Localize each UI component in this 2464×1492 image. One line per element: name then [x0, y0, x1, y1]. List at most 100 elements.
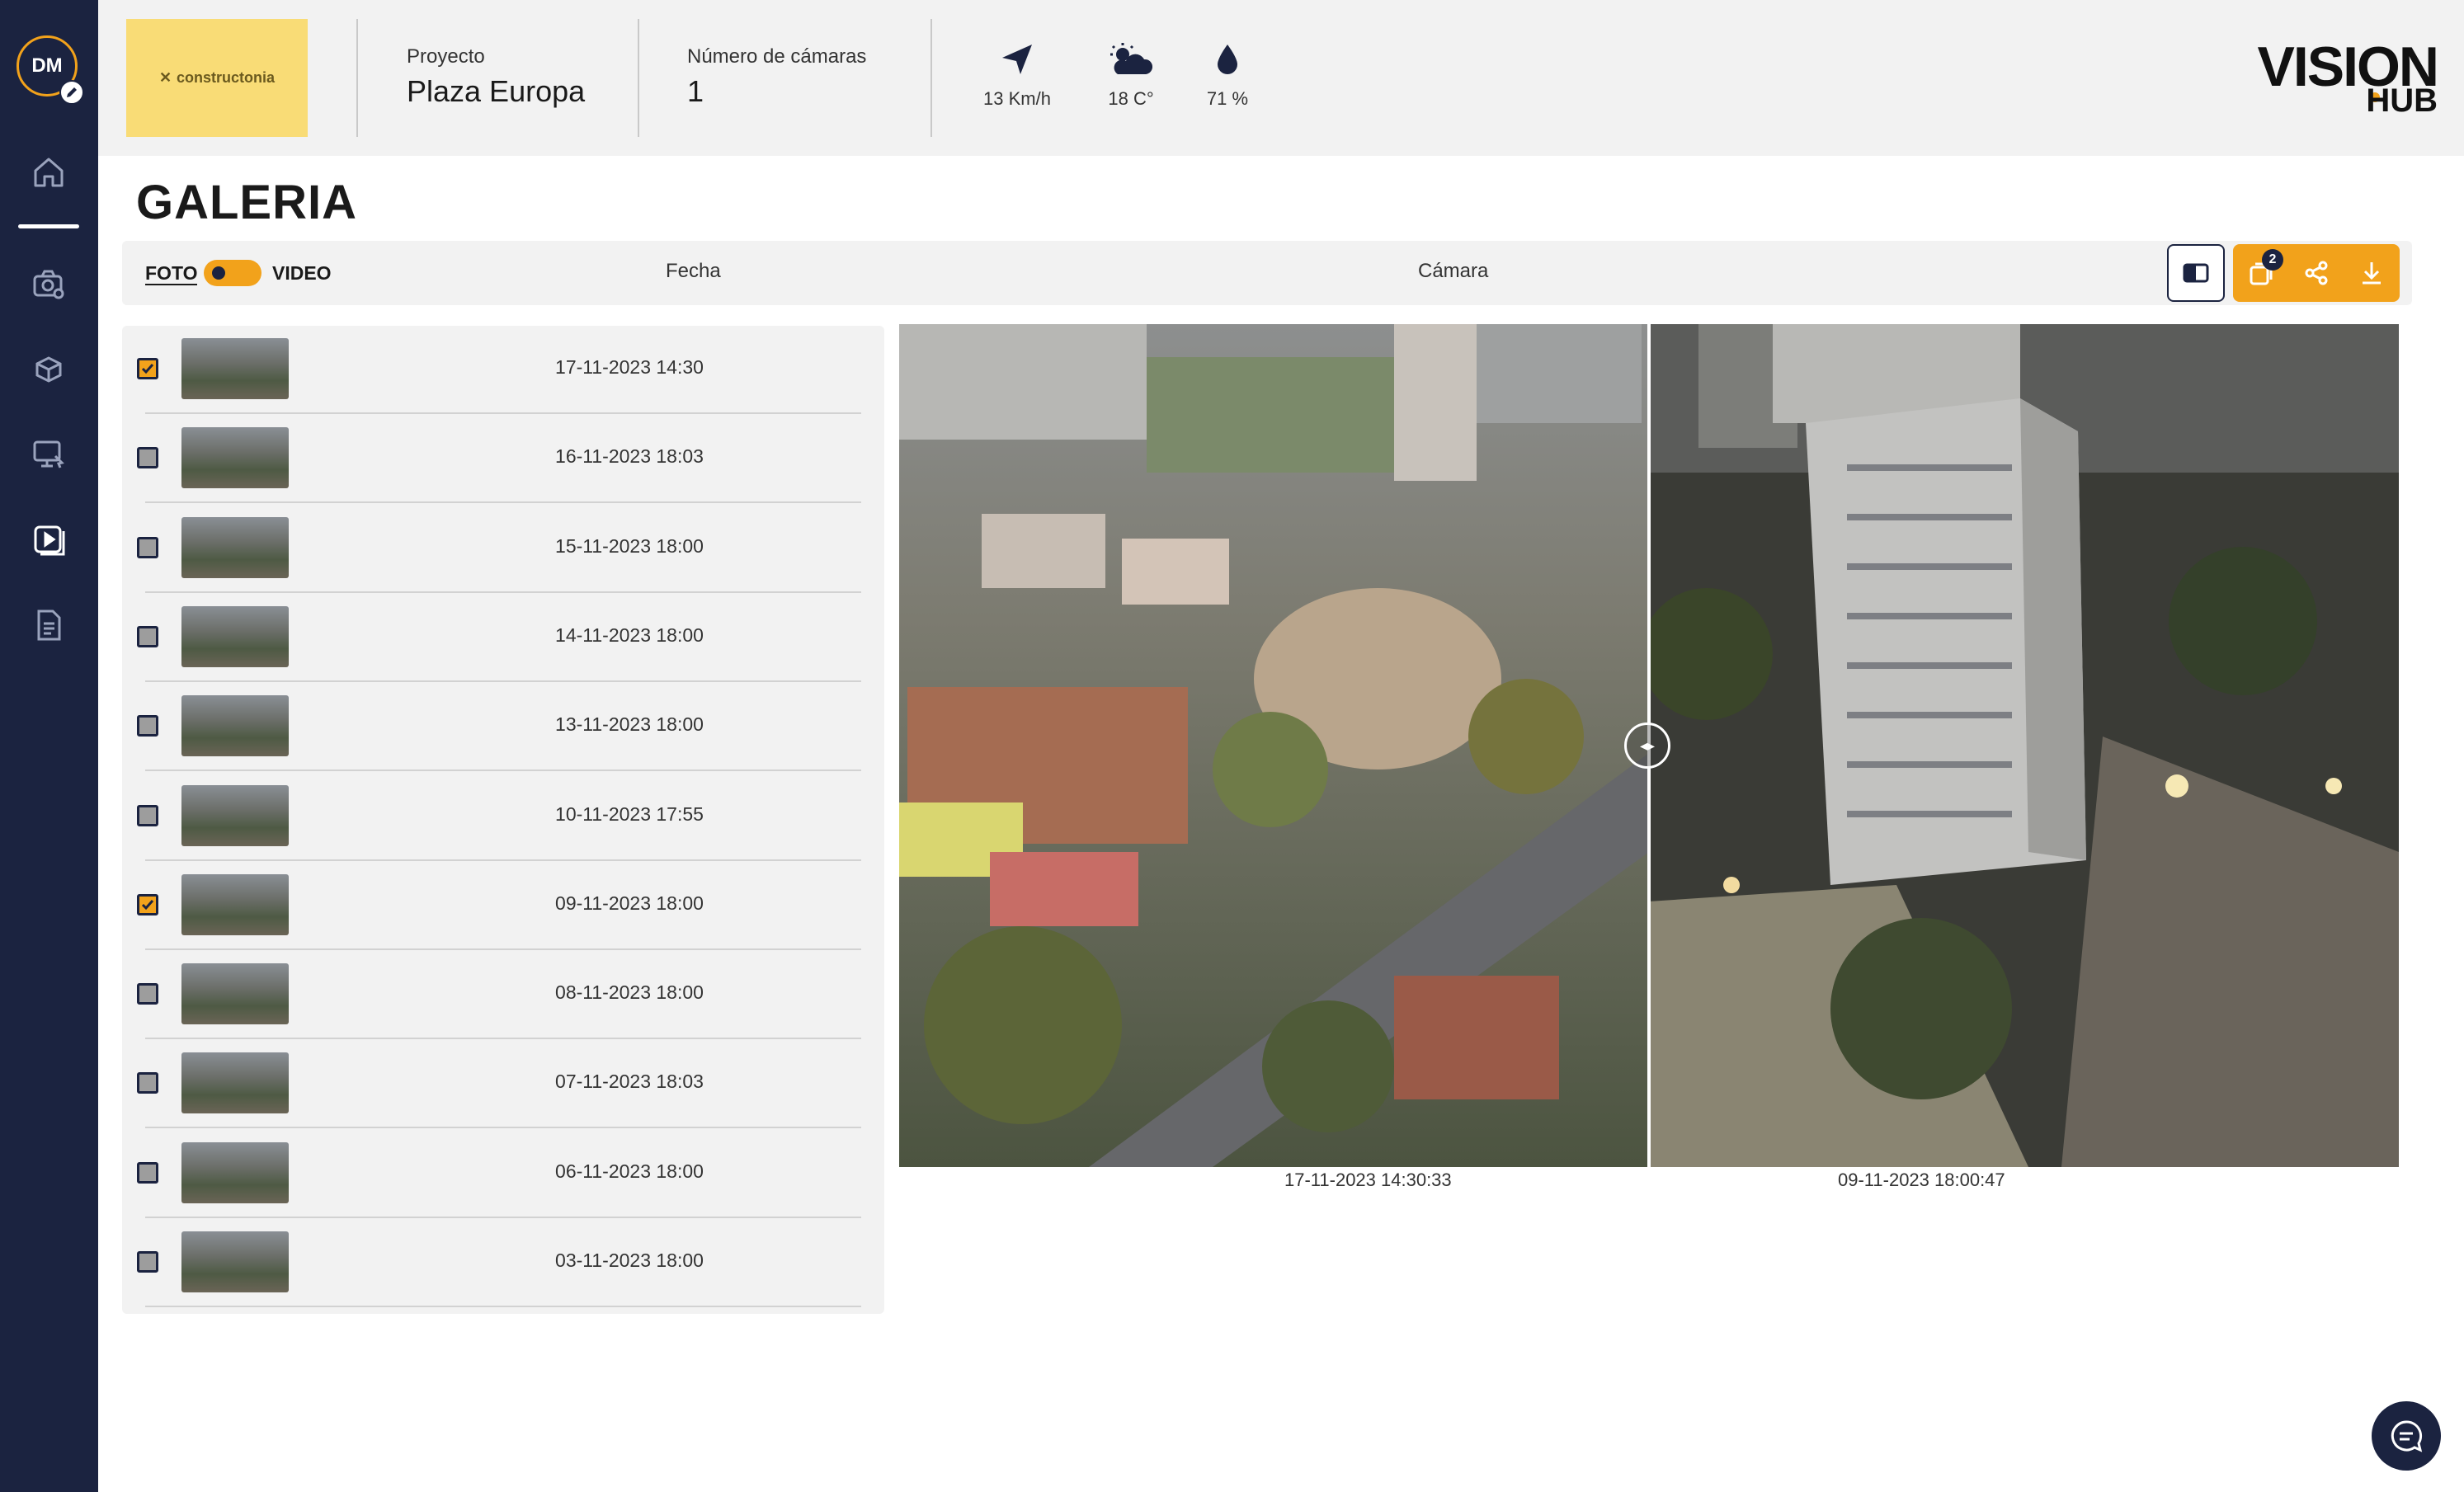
image-compare-viewer[interactable]: ◂▸ — [899, 324, 2399, 1167]
active-nav-indicator — [18, 224, 79, 228]
sidebar: DM — [0, 0, 98, 1492]
photo-date: 14-11-2023 18:00 — [555, 624, 704, 646]
photo-date: 03-11-2023 18:00 — [555, 1250, 704, 1271]
document-icon — [37, 610, 61, 641]
share-button[interactable] — [2288, 244, 2344, 302]
split-compare-icon — [2183, 263, 2209, 283]
vision-hub-logo: VISION HUB — [2240, 35, 2439, 119]
sidebar-item-home[interactable] — [25, 148, 73, 196]
photo-date: 16-11-2023 18:03 — [555, 445, 704, 468]
header-divider — [638, 19, 639, 137]
photo-thumbnail[interactable] — [181, 605, 289, 667]
check-icon — [141, 364, 154, 374]
photo-date: 07-11-2023 18:03 — [555, 1071, 704, 1093]
list-item[interactable]: 16-11-2023 18:03 — [122, 414, 884, 504]
header-divider — [930, 19, 932, 137]
temperature: 18 C° — [1108, 88, 1154, 109]
wind-widget: 13 Km/h — [972, 41, 1062, 110]
photo-thumbnail[interactable] — [181, 338, 289, 399]
header-divider — [356, 19, 358, 137]
photo-thumbnail[interactable] — [181, 516, 289, 578]
photo-date: 17-11-2023 14:30 — [555, 356, 704, 378]
list-item[interactable]: 15-11-2023 18:00 — [122, 504, 884, 593]
list-item[interactable]: 14-11-2023 18:00 — [122, 593, 884, 682]
filter-bar — [122, 241, 2412, 305]
photo-checkbox[interactable] — [137, 447, 158, 469]
sidebar-item-materials[interactable] — [25, 345, 73, 393]
photo-checkbox[interactable] — [137, 804, 158, 826]
photo-thumbnail[interactable] — [181, 963, 289, 1025]
brand-hub-text: HUB — [2366, 82, 2438, 119]
photo-date: 15-11-2023 18:00 — [555, 534, 704, 557]
photo-date: 09-11-2023 18:00 — [555, 892, 704, 914]
photo-checkbox[interactable] — [137, 358, 158, 379]
page-title: GALERIA — [136, 176, 357, 229]
humidity-widget: 71 % — [1182, 41, 1273, 110]
sidebar-item-gallery[interactable] — [25, 515, 73, 563]
photo-checkbox[interactable] — [137, 1072, 158, 1094]
home-icon — [34, 158, 64, 187]
gallery-play-icon — [34, 525, 65, 556]
photo-checkbox[interactable] — [137, 715, 158, 737]
photo-date: 06-11-2023 18:00 — [555, 1160, 704, 1182]
chat-button[interactable] — [2372, 1401, 2441, 1471]
camera-filter[interactable]: Cámara — [1418, 260, 1488, 283]
sidebar-item-reports[interactable] — [25, 601, 73, 649]
download-icon — [2362, 262, 2381, 285]
list-item[interactable]: 09-11-2023 18:00 — [122, 861, 884, 950]
list-item[interactable]: 06-11-2023 18:00 — [122, 1129, 884, 1218]
company-logo-text: constructonia — [177, 69, 276, 86]
video-option[interactable]: VIDEO — [272, 262, 332, 285]
project-label: Proyecto — [407, 45, 485, 68]
selected-count-badge: 2 — [2262, 249, 2283, 271]
company-logo: ✕ constructonia — [126, 19, 308, 137]
cameras-count-label: Número de cámaras — [687, 45, 867, 68]
partly-cloudy-icon — [1110, 43, 1153, 74]
boxes-icon — [35, 356, 62, 383]
sidebar-item-monitor[interactable] — [25, 431, 73, 478]
photo-thumbnail[interactable] — [181, 1052, 289, 1114]
check-icon — [141, 899, 154, 910]
media-type-toggle[interactable] — [204, 260, 261, 286]
wind-direction-icon — [1002, 45, 1032, 74]
chat-icon — [2391, 1420, 2423, 1452]
selected-photos-button[interactable]: 2 — [2233, 244, 2288, 302]
list-item[interactable]: 08-11-2023 18:00 — [122, 950, 884, 1040]
list-item[interactable]: 03-11-2023 18:00 — [122, 1218, 884, 1307]
download-button[interactable] — [2344, 244, 2399, 302]
date-filter[interactable]: Fecha — [666, 260, 721, 283]
camera-settings-icon — [33, 270, 64, 299]
photo-checkbox[interactable] — [137, 893, 158, 915]
photo-thumbnail[interactable] — [181, 873, 289, 935]
photo-date: 08-11-2023 18:00 — [555, 981, 704, 1004]
humidity: 71 % — [1206, 88, 1249, 109]
photo-checkbox[interactable] — [137, 1161, 158, 1184]
photo-thumbnail[interactable] — [181, 1231, 289, 1292]
photo-checkbox[interactable] — [137, 536, 158, 558]
list-item[interactable]: 07-11-2023 18:03 — [122, 1039, 884, 1129]
right-photo-timestamp: 09-11-2023 18:00:47 — [1838, 1170, 2005, 1190]
cameras-count-value: 1 — [687, 74, 704, 108]
list-item[interactable]: 10-11-2023 17:55 — [122, 772, 884, 861]
compare-button[interactable] — [2167, 244, 2225, 302]
photo-thumbnail[interactable] — [181, 1141, 289, 1203]
sidebar-item-cameras[interactable] — [25, 260, 73, 308]
photo-thumbnail[interactable] — [181, 427, 289, 489]
foto-option[interactable]: FOTO — [145, 262, 198, 285]
temperature-widget: 18 C° — [1086, 41, 1176, 110]
wind-speed: 13 Km/h — [983, 88, 1051, 109]
list-item[interactable]: 13-11-2023 18:00 — [122, 682, 884, 772]
toggle-knob — [212, 266, 225, 280]
top-header: ✕ constructonia Proyecto Plaza Europa Nú… — [98, 0, 2464, 156]
compare-handle-icon[interactable]: ◂▸ — [1624, 722, 1670, 769]
photo-thumbnail[interactable] — [181, 784, 289, 846]
photo-checkbox[interactable] — [137, 983, 158, 1005]
photo-checkbox[interactable] — [137, 1251, 158, 1273]
selection-actions: 2 — [2233, 244, 2400, 302]
water-drop-icon — [1218, 45, 1237, 74]
photo-thumbnail[interactable] — [181, 695, 289, 757]
list-item[interactable]: 17-11-2023 14:30 — [122, 325, 884, 414]
photo-checkbox[interactable] — [137, 625, 158, 647]
edit-profile-icon[interactable] — [59, 80, 84, 105]
divider — [145, 1306, 861, 1307]
